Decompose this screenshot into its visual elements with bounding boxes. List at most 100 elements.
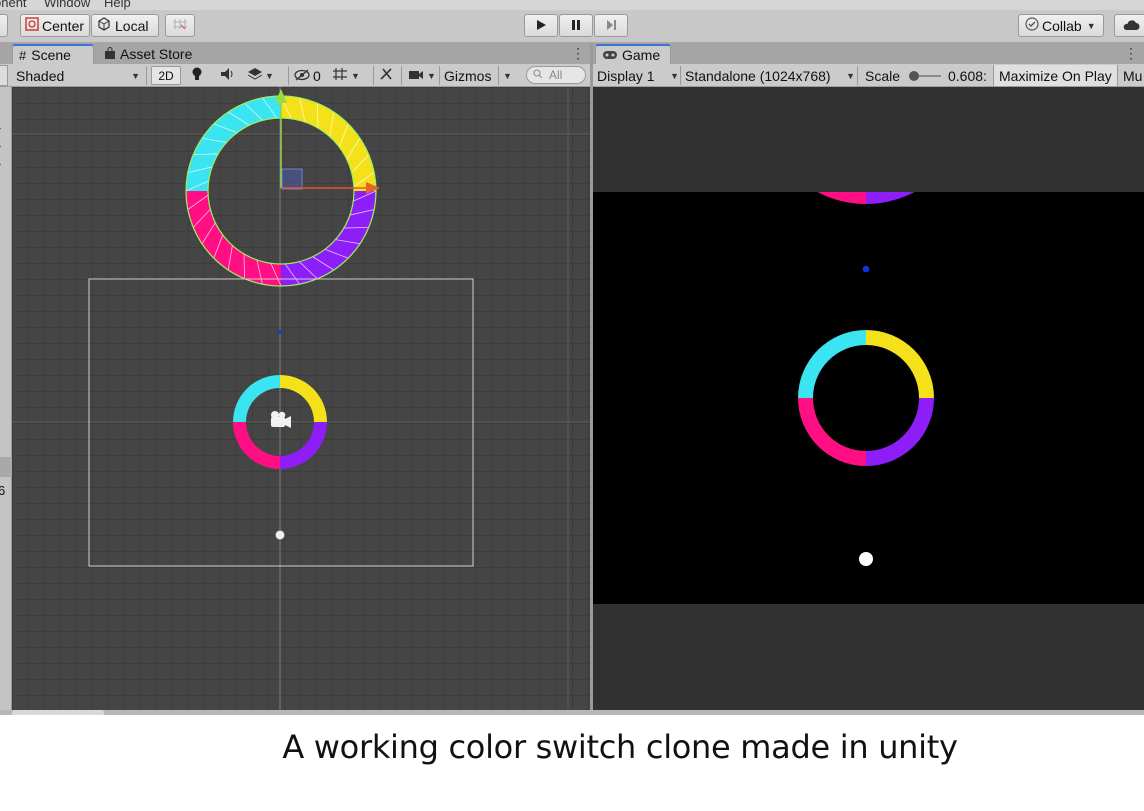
chevron-down-icon: ▼ [265,70,274,81]
tab-asset-store[interactable]: Asset Store [98,44,198,64]
resolution-dropdown[interactable]: Standalone (1024x768) ▼ [685,65,855,86]
scale-value: 0.608: [948,67,987,84]
pause-button[interactable] [559,14,593,37]
pivot-local-button[interactable]: Local [91,14,159,37]
hidden-eye-icon [294,68,310,84]
camera-settings-dropdown[interactable]: ▼ [408,65,436,86]
ring-segment-purple [281,191,376,286]
local-label: Local [115,17,149,34]
player-ball[interactable] [275,530,285,540]
tab-asset-store-label: Asset Store [120,46,193,62]
center-label: Center [42,17,85,34]
ring-segment-purple [280,422,327,469]
gizmos-options-button[interactable]: ▼ [503,65,512,86]
maximize-on-play-toggle[interactable]: Maximize On Play [993,65,1118,86]
scene-canvas [12,87,590,710]
lighting-toggle[interactable] [190,65,204,86]
ring-segment-magenta [186,191,281,286]
chevron-down-icon: ▼ [131,70,140,81]
transform-tool-button[interactable] [0,14,8,37]
game-color-changer-dot [862,265,870,273]
gizmos-dropdown[interactable]: Gizmos [444,65,491,86]
layers-icon [247,67,263,84]
pause-icon [570,18,582,34]
resolution-label: Standalone (1024x768) [685,67,831,84]
step-button[interactable] [594,14,628,37]
step-icon [605,18,617,34]
game-player-ball [859,552,873,566]
expand-arrow-icon[interactable]: › [0,141,1,152]
2d-mode-toggle[interactable]: 2D [151,66,181,85]
expand-arrow-icon[interactable]: › [0,123,1,134]
chevron-down-icon: ▼ [351,70,360,81]
chevron-down-icon: ▼ [503,70,512,81]
hash-grid-icon: # [19,47,27,63]
chevron-down-icon: ▼ [670,70,679,81]
mute-audio-toggle[interactable]: Mu [1123,65,1144,86]
grid-settings-button[interactable]: ▼ [332,65,360,86]
cloud-button[interactable] [1114,14,1144,37]
rect-transform-handle[interactable] [281,168,303,190]
ring-segment-yellow [866,330,934,398]
ring-segment-purple [866,398,934,466]
mute-label: Mu [1123,67,1143,84]
game-render-area [593,192,1144,604]
divider [401,66,402,85]
inspector-edge-value: 6 [0,483,6,498]
scene-visibility-toggle[interactable]: 0 [294,65,321,86]
expand-arrow-icon[interactable]: › [0,159,1,170]
divider [146,66,147,85]
game-canvas [798,192,934,566]
pivot-center-button[interactable]: Center [20,14,90,37]
menu-item-component[interactable]: onent [0,0,27,10]
shading-mode-dropdown[interactable]: Shaded ▼ [12,65,144,86]
camera-icon [408,68,424,84]
chevron-down-icon: ▼ [1086,20,1096,31]
grid-snap-icon [172,17,188,34]
scene-search-input[interactable]: All [526,66,586,84]
ring-segment-cyan [798,330,866,398]
game-view-toolbar: Display 1 ▼ Standalone (1024x768) ▼ Scal… [593,64,1144,87]
search-placeholder: All [549,68,563,82]
divider [857,66,858,85]
game-tab-strip: Game ⋮ [593,43,1144,64]
effects-dropdown[interactable]: ▼ [247,65,274,86]
inspector-edge [0,457,12,477]
menu-item-window[interactable]: Window [44,0,90,10]
scene-viewport[interactable] [12,87,590,710]
collab-button[interactable]: Collab ▼ [1018,14,1104,37]
tools-icon [379,67,395,84]
scale-slider[interactable] [907,65,943,86]
scene-view-toolbar: Shaded ▼ 2D ▼ 0 ▼ ▼ Gizmos ▼ All [0,64,590,87]
scale-label: Scale [865,67,901,84]
game-viewport[interactable] [593,87,1144,710]
bottom-tab[interactable] [12,710,104,715]
menu-item-help[interactable]: Help [104,0,131,10]
tab-game[interactable]: Game [595,44,671,64]
hierarchy-create-button[interactable] [0,65,8,86]
play-icon [535,18,547,34]
tools-toggle[interactable] [379,65,395,86]
speaker-icon [220,67,236,84]
ring-segment-magenta [798,398,866,466]
tab-scene[interactable]: # Scene [12,44,94,64]
chevron-down-icon: ▼ [427,70,436,81]
grid-icon [332,67,348,84]
audio-toggle[interactable] [220,65,236,86]
collab-label: Collab [1042,17,1082,34]
divider [439,66,440,85]
more-options-icon[interactable]: ⋮ [1124,45,1138,62]
game-ring [798,330,934,466]
camera-gizmo-icon[interactable] [271,411,291,428]
more-options-icon[interactable]: ⋮ [571,45,585,62]
color-changer-dot[interactable] [277,329,283,335]
play-button[interactable] [524,14,558,37]
maximize-label: Maximize On Play [999,67,1112,84]
gamepad-icon [602,47,618,63]
chevron-down-icon: ▼ [846,70,855,81]
display-dropdown[interactable]: Display 1 ▼ [597,65,679,86]
hidden-count: 0 [313,67,321,84]
shopping-bag-icon [104,46,116,62]
ring-segment-cyan [186,96,281,191]
snap-grid-button[interactable] [165,14,195,37]
